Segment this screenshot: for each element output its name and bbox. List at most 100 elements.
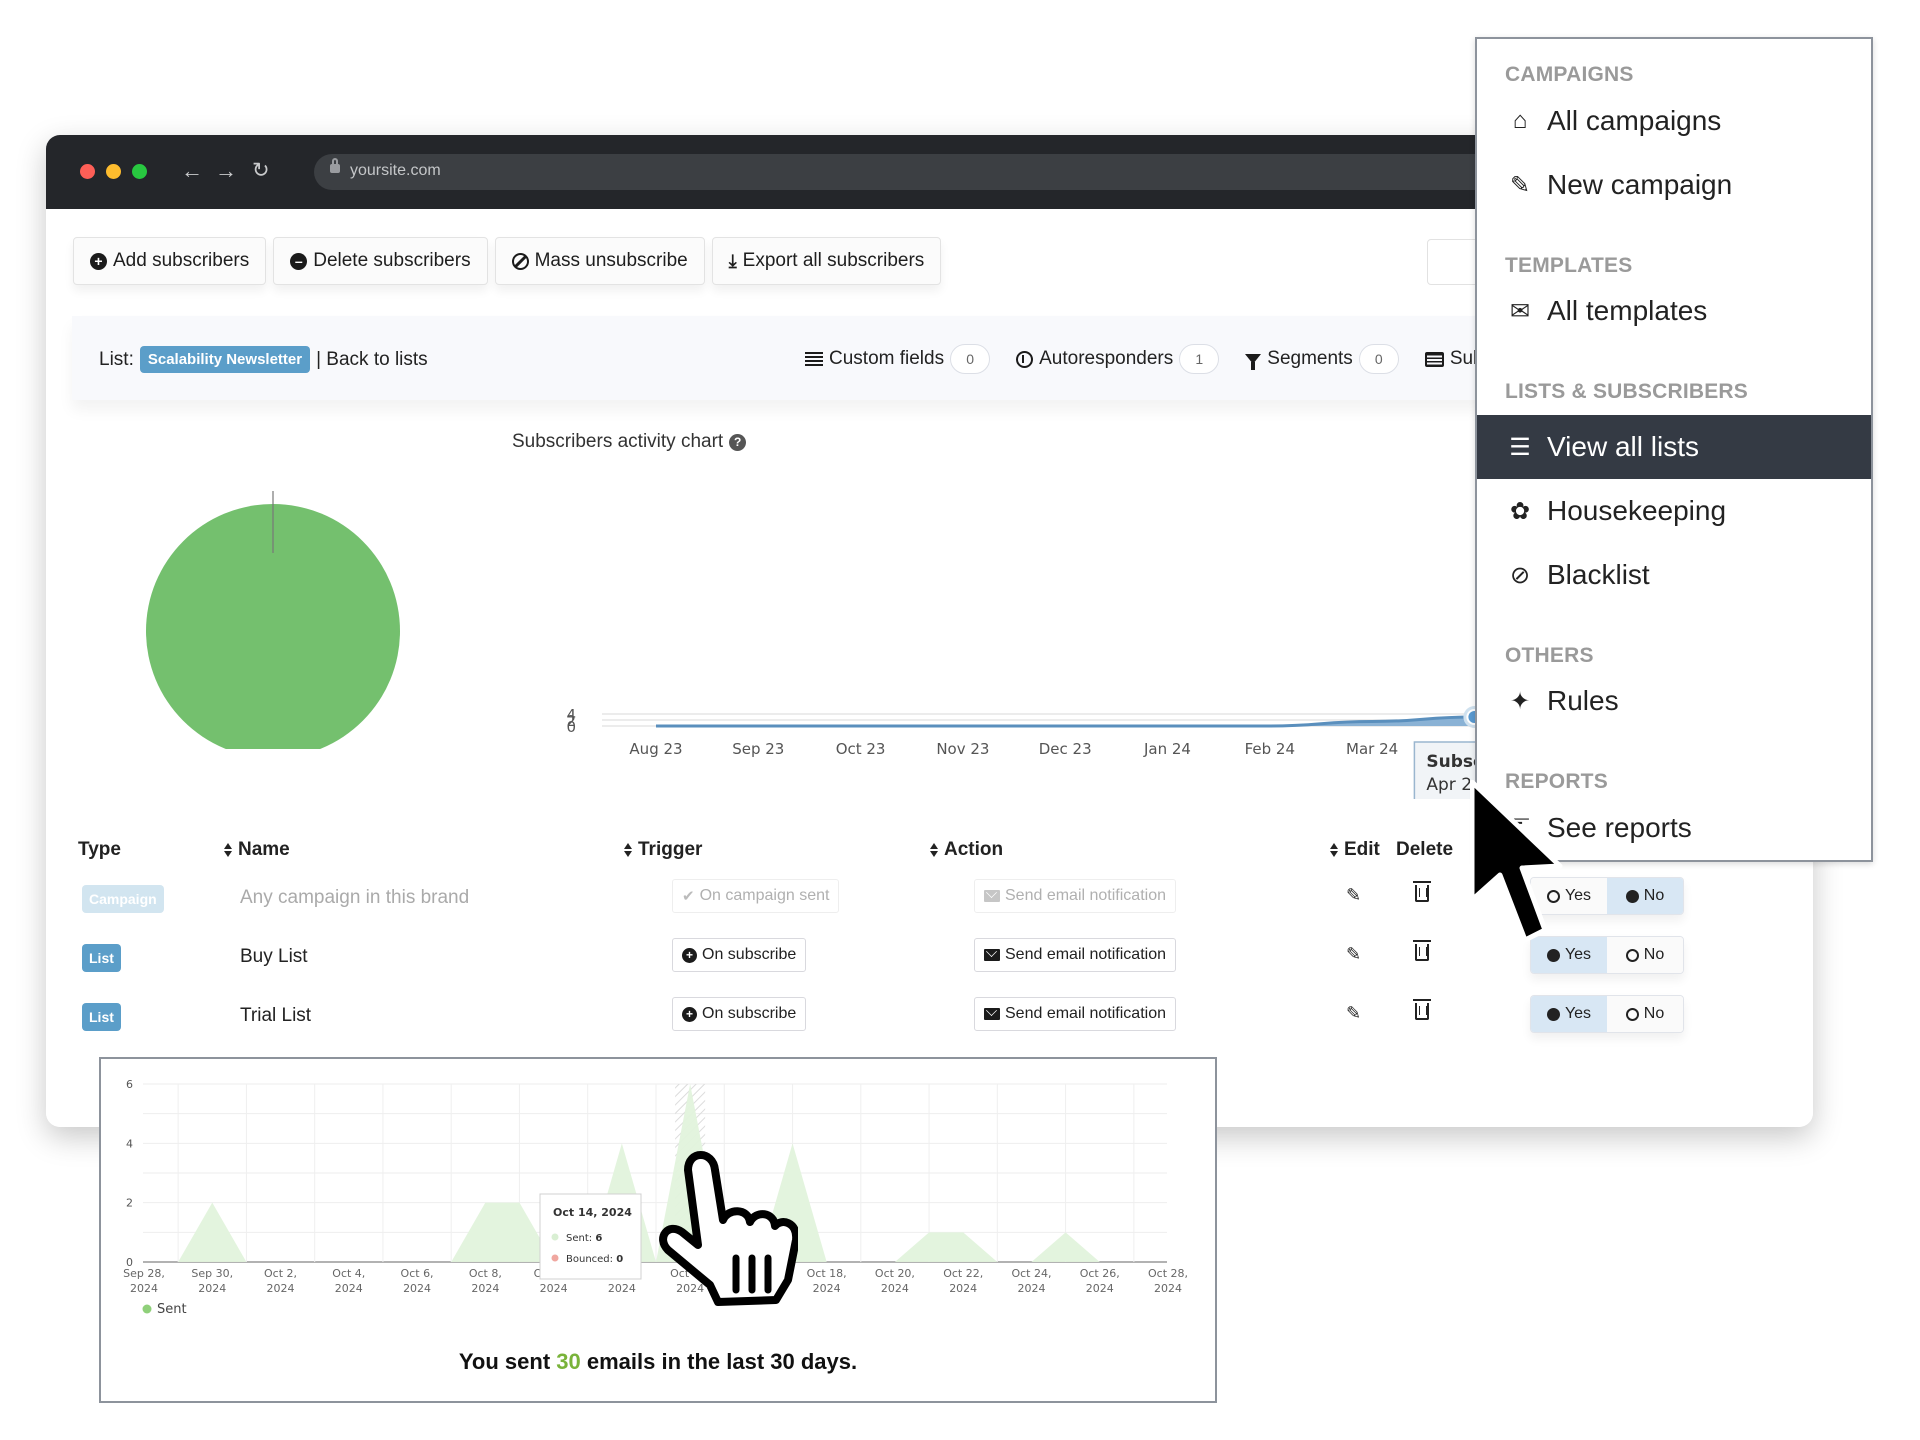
pencil-icon[interactable]: ✎ (1346, 1003, 1361, 1024)
legend-sent-label[interactable]: Sent (157, 1302, 187, 1317)
sort-icon (224, 843, 232, 857)
back-arrow-icon[interactable]: ← (181, 155, 203, 187)
row-name: Buy List (240, 946, 308, 967)
y-tick-label: 2 (126, 1197, 133, 1210)
x-tick-label-year: 2024 (1017, 1282, 1045, 1295)
reload-icon[interactable]: ↻ (252, 155, 270, 187)
pencil-icon[interactable]: ✎ (1346, 944, 1361, 965)
x-tick-label-year: 2024 (1154, 1282, 1182, 1295)
trash-icon[interactable] (1413, 999, 1431, 1020)
delete-subscribers-button[interactable]: – Delete subscribers (273, 237, 488, 285)
toggle-label: No (1643, 946, 1665, 963)
column-header-edit[interactable]: Edit (1330, 839, 1380, 861)
x-tick-label: Oct 28, (1148, 1267, 1188, 1280)
trigger-button[interactable]: + On subscribe (672, 938, 807, 972)
radio-icon (1625, 889, 1639, 903)
x-tick-label: Sep 28, (123, 1267, 165, 1280)
subscribers-pie-chart (146, 491, 400, 749)
mass-unsubscribe-button[interactable]: Mass unsubscribe (494, 237, 705, 285)
x-tick-label: Oct 18, (807, 1267, 847, 1280)
radio-icon (1625, 1007, 1639, 1021)
tooltip-row-value: 0 (616, 1254, 623, 1265)
hand-pointer-icon (659, 1151, 798, 1306)
column-header-delete: Delete (1396, 839, 1453, 861)
segments-tab[interactable]: Segments 0 (1245, 344, 1399, 374)
add-subscribers-button[interactable]: + Add subscribers (73, 237, 267, 285)
action-button[interactable]: Send email notification (974, 997, 1176, 1031)
x-tick-label: Oct 8, (469, 1267, 502, 1280)
forward-arrow-icon[interactable]: → (215, 155, 237, 187)
menu-section-heading: OTHERS (1505, 644, 1594, 667)
x-tick-label-year: 2024 (267, 1282, 295, 1295)
toggle-no[interactable]: No (1607, 996, 1683, 1032)
menu-item-blacklist[interactable]: ⊘ Blacklist (1477, 543, 1871, 607)
menu-item-label: New campaign (1547, 169, 1733, 200)
x-tick-label: Oct 24, (1011, 1267, 1051, 1280)
pencil-icon[interactable]: ✎ (1346, 885, 1361, 906)
card-icon (1424, 351, 1444, 367)
sort-icon (1330, 843, 1338, 857)
subscribe-form-tab[interactable]: Sul (1424, 348, 1478, 370)
maximize-window-button[interactable] (132, 164, 147, 179)
enable-toggle[interactable]: Yes No (1530, 995, 1684, 1033)
x-tick-label: Jan 24 (1143, 740, 1191, 758)
menu-section-heading: TEMPLATES (1505, 254, 1633, 277)
action-button[interactable]: Send email notification (974, 879, 1176, 913)
menu-section-heading: LISTS & SUBSCRIBERS (1505, 380, 1748, 403)
plus-circle-icon: + (682, 947, 697, 963)
plus-circle-icon: + (682, 1006, 697, 1022)
count-badge: 1 (1179, 344, 1220, 374)
minimize-window-button[interactable] (106, 164, 121, 179)
ban-icon (511, 252, 529, 270)
x-tick-label-year: 2024 (608, 1282, 636, 1295)
subscribers-activity-chart: 024Aug 23 Sep 23 Oct 23 Nov 23 Dec 23 Jan 24 F… (566, 706, 1526, 799)
toggle-label: No (1643, 887, 1665, 904)
x-tick-label: Nov 23 (936, 740, 989, 758)
ban-icon: ⊘ (1509, 561, 1531, 589)
menu-item-new-campaign[interactable]: ✎ New campaign (1477, 153, 1871, 217)
column-header-action[interactable]: Action (930, 839, 1003, 861)
toggle-yes[interactable]: Yes (1531, 996, 1607, 1032)
tab-label: Sul (1449, 348, 1478, 369)
action-button[interactable]: Send email notification (974, 938, 1176, 972)
trigger-button[interactable]: ✔ On campaign sent (672, 879, 840, 913)
check-icon: ✔ (682, 888, 695, 905)
action-label: Send email notification (1005, 887, 1166, 904)
x-tick-label: Oct 26, (1080, 1267, 1120, 1280)
menu-item-housekeeping[interactable]: ✿ Housekeeping (1477, 479, 1871, 543)
trash-icon[interactable] (1413, 940, 1431, 961)
header-label: Action (944, 839, 1004, 860)
radio-icon (1546, 948, 1560, 962)
column-header-name[interactable]: Name (224, 839, 290, 861)
home-icon: ⌂ (1512, 107, 1528, 134)
magic-wand-icon: ✦ (1509, 687, 1531, 715)
column-header-trigger[interactable]: Trigger (624, 839, 702, 861)
trigger-label: On subscribe (702, 1005, 797, 1022)
x-tick-label-year: 2024 (130, 1282, 158, 1295)
menu-item-view-all-lists[interactable]: ☰ View all lists (1477, 415, 1871, 479)
back-to-lists-link[interactable]: | Back to lists (316, 349, 428, 371)
toggle-no[interactable]: No (1607, 878, 1683, 914)
close-window-button[interactable] (80, 164, 95, 179)
x-tick-label-year: 2024 (949, 1282, 977, 1295)
export-subscribers-button[interactable]: ⤓ Export all subscribers (711, 237, 942, 285)
trash-icon[interactable] (1413, 881, 1431, 902)
menu-item-all-templates[interactable]: ✉ All templates (1477, 279, 1871, 343)
list-icon: ☰ (1509, 433, 1531, 461)
menu-item-rules[interactable]: ✦ Rules (1477, 669, 1871, 733)
x-tick-label: Aug 23 (629, 740, 682, 758)
header-label: Trigger (638, 839, 703, 860)
action-label: Send email notification (1005, 946, 1166, 963)
menu-item-all-campaigns[interactable]: ⌂ All campaigns (1477, 89, 1871, 153)
tooltip-row: Sent: 6 (566, 1233, 602, 1244)
autoresponders-tab[interactable]: Autoresponders 1 (1016, 344, 1220, 374)
table-row: List Trial List + On subscribe Send email… (70, 993, 1770, 1043)
trigger-button[interactable]: + On subscribe (672, 997, 807, 1031)
plus-circle-icon: + (90, 252, 107, 270)
x-tick-label: Oct 23 (836, 740, 886, 758)
toggle-no[interactable]: No (1607, 937, 1683, 973)
custom-fields-tab[interactable]: Custom fields 0 (805, 344, 991, 374)
x-tick-label: Oct 4, (332, 1267, 365, 1280)
legend-sent-marker (142, 1304, 152, 1314)
radio-icon (1625, 948, 1639, 962)
